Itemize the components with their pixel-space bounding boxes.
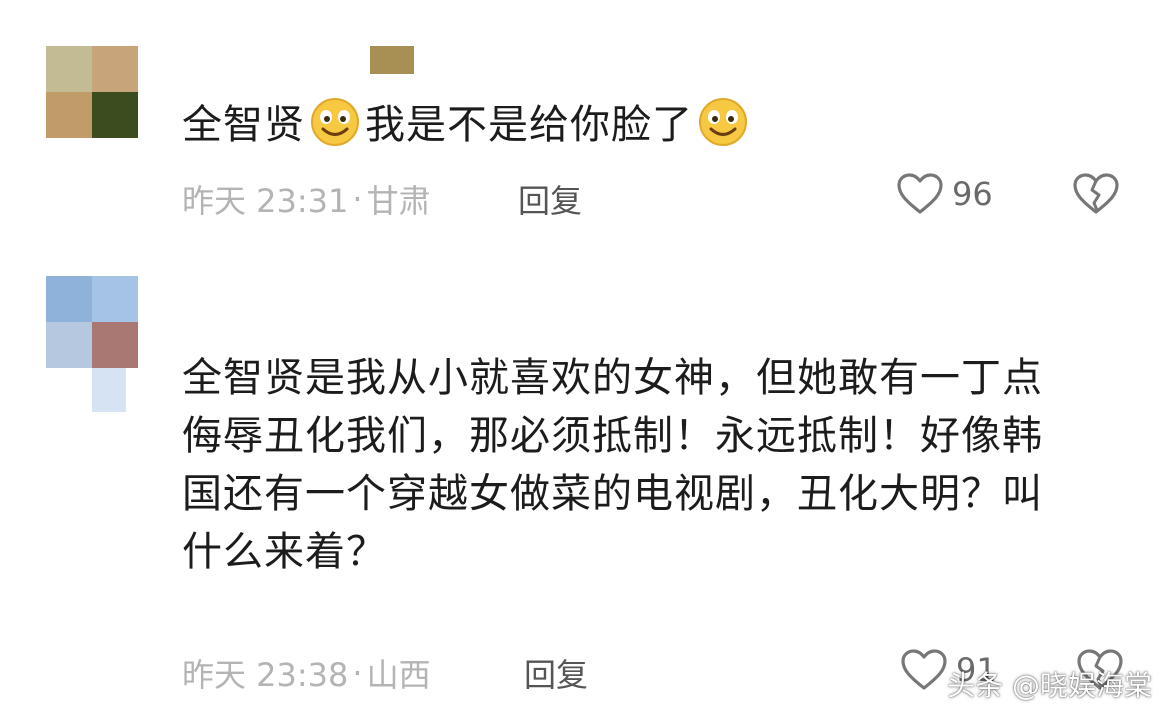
comment-text: 全智贤 我是不是给你脸了 — [182, 96, 753, 154]
reply-button[interactable]: 回复 — [524, 650, 588, 696]
like-button[interactable]: 96 — [896, 172, 993, 216]
timestamp: 昨天 23:31 — [182, 182, 349, 220]
smile-emoji-icon — [311, 98, 359, 146]
separator-dot: · — [352, 180, 363, 218]
watermark: 头条 @晓娱海棠 — [947, 669, 1152, 702]
comment-meta: 昨天 23:31 · 甘肃 — [182, 176, 431, 222]
heart-outline-icon — [901, 649, 947, 690]
avatar[interactable] — [46, 46, 138, 138]
reply-button[interactable]: 回复 — [518, 176, 582, 222]
dislike-button[interactable] — [1072, 172, 1120, 220]
like-count: 96 — [952, 175, 993, 213]
location: 甘肃 — [366, 182, 431, 220]
broken-heart-icon — [1073, 173, 1119, 214]
comment-meta: 昨天 23:38 · 山西 — [182, 650, 431, 696]
comment-text-part-2: 我是不是给你脸了 — [365, 102, 693, 148]
timestamp: 昨天 23:38 — [182, 656, 349, 694]
heart-outline-icon — [897, 173, 943, 214]
location: 山西 — [366, 656, 431, 694]
username-redacted[interactable] — [370, 46, 414, 74]
comment-text: 全智贤是我从小就喜欢的女神，但她敢有一丁点 侮辱丑化我们，那必须抵制！永远抵制！… — [182, 355, 1043, 575]
avatar-fragment — [92, 368, 126, 412]
comment-text-part-1: 全智贤 — [182, 102, 305, 148]
avatar[interactable] — [46, 276, 138, 368]
separator-dot: · — [352, 654, 363, 692]
smile-emoji-icon — [699, 98, 747, 146]
